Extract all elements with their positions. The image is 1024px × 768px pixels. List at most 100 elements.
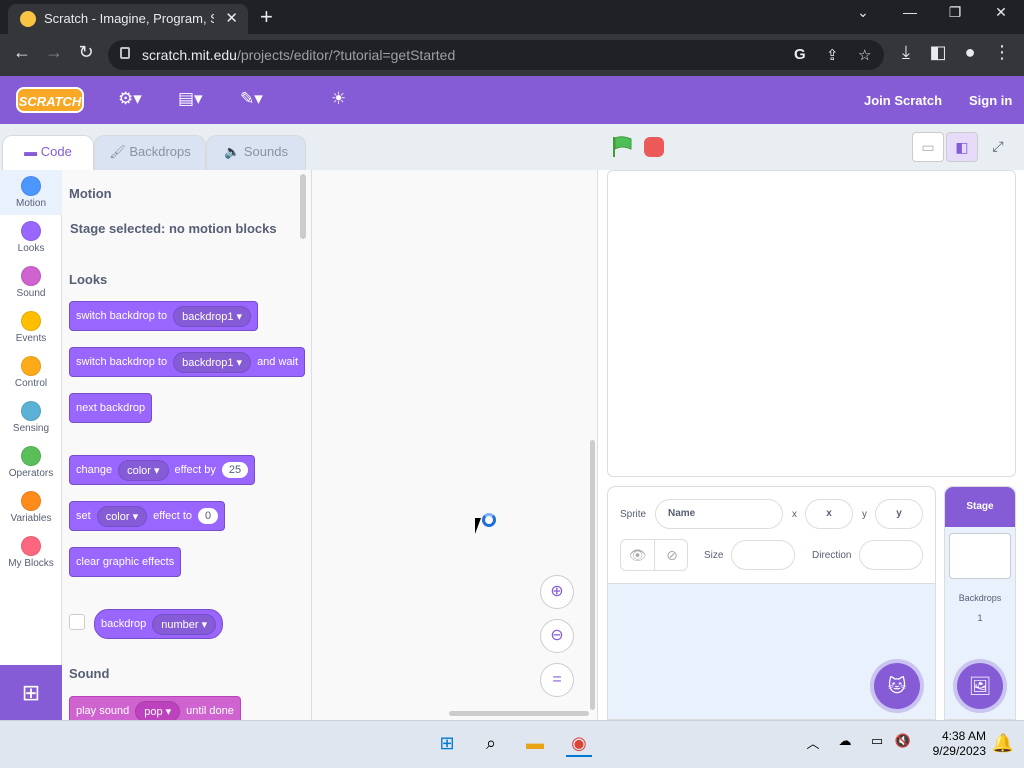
hide-eye-icon[interactable]: ⊘: [655, 540, 689, 570]
category-my-blocks[interactable]: My Blocks: [0, 530, 62, 575]
set-effect-block[interactable]: set color ▾ effect to 0: [69, 501, 226, 531]
system-clock[interactable]: 4:38 AM 9/29/2023: [920, 729, 986, 759]
sound-section-title: Sound: [69, 666, 110, 681]
visibility-toggle: 👁 ⊘: [620, 539, 688, 571]
backdrop-attr-dropdown[interactable]: number ▾: [152, 613, 217, 635]
looks-section-title: Looks: [69, 272, 108, 287]
menu-kebab-icon[interactable]: ⋮: [990, 42, 1014, 63]
zoom-reset-button[interactable]: =: [540, 663, 574, 697]
stage-selector[interactable]: Stage Backdrops 1 🖼: [944, 486, 1016, 720]
browser-tab[interactable]: Scratch - Imagine, Program, Shar ✕: [8, 4, 248, 34]
bookmark-star-icon[interactable]: ☆: [858, 46, 871, 64]
backdrop-dropdown[interactable]: backdrop1 ▾: [173, 305, 252, 327]
category-sound[interactable]: Sound: [0, 260, 62, 305]
file-explorer-icon[interactable]: ▬: [522, 733, 548, 757]
loading-spinner-icon: [482, 513, 496, 527]
file-menu-icon[interactable]: ▤▾: [178, 89, 203, 109]
change-effect-block[interactable]: change color ▾ effect by 25: [69, 455, 256, 485]
new-tab-button[interactable]: +: [260, 4, 273, 30]
address-bar[interactable]: scratch.mit.edu/projects/editor/?tutoria…: [108, 40, 884, 70]
side-panel-icon[interactable]: ◧: [926, 42, 950, 63]
backdrop-reporter-block[interactable]: backdrop number ▾: [94, 609, 224, 639]
profile-icon[interactable]: ●: [958, 42, 982, 63]
tab-sounds[interactable]: 🔈 Sounds: [206, 135, 306, 171]
size-field[interactable]: [731, 540, 795, 570]
motion-section-title: Motion: [69, 186, 112, 201]
add-backdrop-button[interactable]: 🖼: [957, 663, 1003, 709]
restore-button[interactable]: ❐: [940, 4, 970, 21]
volume-muted-icon[interactable]: 🔇: [890, 733, 916, 757]
sound-dropdown[interactable]: pop ▾: [135, 700, 181, 720]
forward-icon[interactable]: →: [42, 42, 66, 63]
reload-icon[interactable]: ↻: [74, 42, 98, 63]
search-icon[interactable]: ⌕: [478, 733, 504, 757]
tab-backdrops[interactable]: 🖌 Backdrops: [94, 135, 206, 171]
tab-search-icon[interactable]: ⌄: [848, 4, 878, 21]
network-icon[interactable]: ▭: [864, 733, 890, 757]
share-icon[interactable]: ⇪: [826, 46, 839, 64]
download-icon[interactable]: ⤓: [894, 42, 918, 63]
effect-dropdown[interactable]: color ▾: [96, 505, 148, 527]
backdrop-reporter-checkbox[interactable]: [69, 614, 85, 630]
stop-icon[interactable]: [644, 137, 664, 157]
edit-menu-icon[interactable]: ✎▾: [240, 89, 263, 109]
settings-gear-icon[interactable]: ⚙▾: [118, 89, 142, 109]
script-area[interactable]: ⊕ ⊖ =: [312, 170, 598, 720]
y-field[interactable]: y: [875, 499, 923, 529]
category-events[interactable]: Events: [0, 305, 62, 350]
events-dot-icon: [21, 311, 41, 331]
play-sound-until-done-block[interactable]: play sound pop ▾ until done: [69, 696, 241, 720]
script-horizontal-scrollbar[interactable]: [449, 711, 589, 716]
next-backdrop-block[interactable]: next backdrop: [69, 393, 153, 423]
stage-thumbnail[interactable]: [949, 533, 1011, 579]
show-eye-icon[interactable]: 👁: [621, 540, 655, 570]
google-icon[interactable]: G: [794, 46, 806, 63]
palette-scrollbar[interactable]: [300, 174, 306, 239]
fullscreen-button[interactable]: ⤢: [982, 132, 1014, 162]
tutorials-lightbulb-icon[interactable]: ☀: [331, 89, 346, 109]
block-palette: Motion Stage selected: no motion blocks …: [62, 170, 312, 720]
stage-canvas[interactable]: [607, 170, 1016, 477]
back-icon[interactable]: ←: [10, 42, 34, 63]
x-field[interactable]: x: [805, 499, 853, 529]
clear-graphic-effects-block[interactable]: clear graphic effects: [69, 547, 182, 577]
script-vertical-scrollbar[interactable]: [590, 440, 595, 710]
sprite-name-field[interactable]: Name: [655, 499, 783, 529]
notification-bell-icon[interactable]: 🔔: [990, 733, 1016, 757]
sign-in-link[interactable]: Sign in: [969, 93, 1012, 108]
chrome-icon[interactable]: ◉: [566, 733, 592, 757]
effect-value-input[interactable]: 0: [198, 508, 219, 524]
add-sprite-button[interactable]: 🐱: [874, 663, 920, 709]
windows-start-icon[interactable]: ⊞: [434, 733, 460, 757]
close-window-button[interactable]: ✕: [986, 4, 1016, 21]
scratch-menubar: SCRATCH ⚙▾ ▤▾ ✎▾ ☀ Join Scratch Sign in: [0, 76, 1024, 124]
effect-amount-input[interactable]: 25: [221, 462, 249, 478]
small-stage-button[interactable]: ▭: [912, 132, 944, 162]
onedrive-icon[interactable]: ☁: [832, 733, 858, 757]
large-stage-button[interactable]: ◧: [946, 132, 978, 162]
switch-backdrop-and-wait-block[interactable]: switch backdrop to backdrop1 ▾ and wait: [69, 347, 306, 377]
zoom-in-button[interactable]: ⊕: [540, 575, 574, 609]
backdrop-dropdown[interactable]: backdrop1 ▾: [173, 351, 252, 373]
close-tab-icon[interactable]: ✕: [225, 9, 238, 27]
join-scratch-link[interactable]: Join Scratch: [864, 93, 942, 108]
chevron-up-icon[interactable]: ︿: [800, 733, 826, 757]
large-stage-icon: ◧: [955, 139, 969, 155]
green-flag-icon[interactable]: [612, 136, 632, 158]
category-motion[interactable]: Motion: [0, 170, 62, 215]
my-blocks-dot-icon: [21, 536, 41, 556]
category-variables[interactable]: Variables: [0, 485, 62, 530]
effect-dropdown[interactable]: color ▾: [118, 459, 169, 481]
zoom-out-button[interactable]: ⊖: [540, 619, 574, 653]
category-control[interactable]: Control: [0, 350, 62, 395]
direction-field[interactable]: [859, 540, 923, 570]
category-sensing[interactable]: Sensing: [0, 395, 62, 440]
switch-backdrop-block[interactable]: switch backdrop to backdrop1 ▾: [69, 301, 259, 331]
category-looks[interactable]: Looks: [0, 215, 62, 260]
minimize-button[interactable]: —: [895, 4, 925, 20]
url-text: scratch.mit.edu/projects/editor/?tutoria…: [142, 47, 456, 63]
category-operators[interactable]: Operators: [0, 440, 62, 485]
scratch-logo[interactable]: SCRATCH: [16, 87, 84, 113]
tab-code[interactable]: ▬ Code: [2, 135, 94, 171]
add-extension-button[interactable]: ⊞: [0, 665, 62, 720]
